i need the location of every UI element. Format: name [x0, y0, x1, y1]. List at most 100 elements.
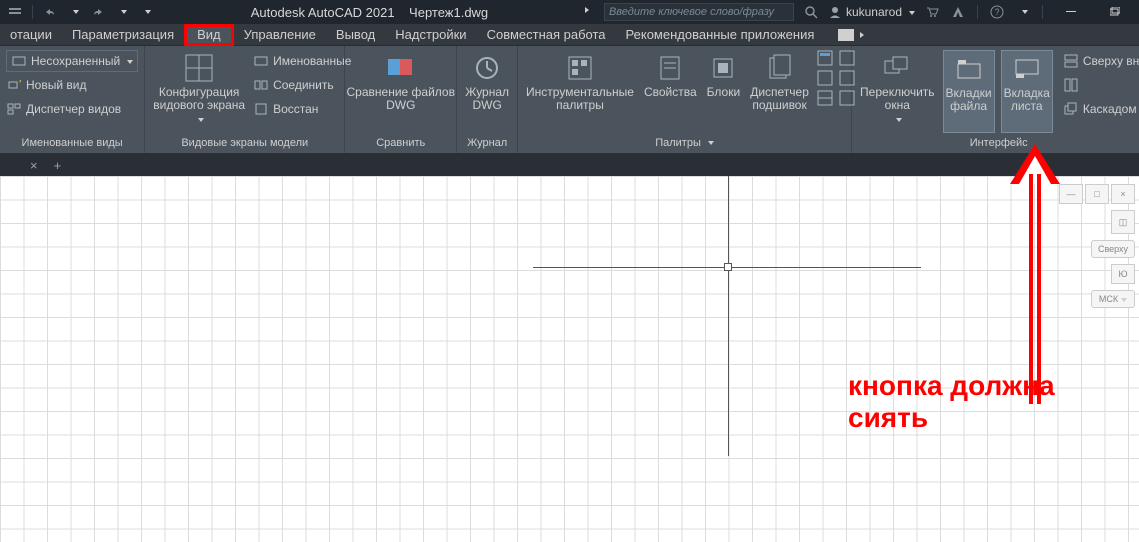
panel-viewports: Конфигурация видового экрана Именованные… [145, 46, 345, 153]
tab-manage[interactable]: Управление [234, 24, 326, 46]
palette-small-2[interactable] [817, 70, 833, 86]
user-account[interactable]: kukunarod [828, 5, 915, 19]
tab-addins[interactable]: Надстройки [385, 24, 476, 46]
panel-title: Палитры [518, 133, 851, 153]
express-tools-icon[interactable] [838, 29, 854, 41]
tab-parametrization[interactable]: Параметризация [62, 24, 184, 46]
panel-title: Журнал [457, 133, 517, 153]
user-icon [828, 5, 842, 19]
search-icon[interactable] [802, 3, 820, 21]
switch-windows-icon [881, 52, 913, 84]
dd-caret [893, 112, 902, 126]
properties-button[interactable]: Свойства [642, 50, 699, 133]
tile-v-icon [1063, 77, 1079, 93]
nav-min[interactable]: — [1059, 184, 1083, 204]
restore-button[interactable] [1097, 0, 1133, 24]
wcs-label[interactable]: МСК [1091, 290, 1135, 308]
view-combo[interactable]: Несохраненный [6, 50, 138, 72]
layout-tabs-button[interactable]: Вкладка листа [1001, 50, 1053, 133]
panel-interface: Переключить окна Вкладки файла Вкладка л… [852, 46, 1139, 153]
combo-caret [124, 54, 133, 68]
drawing-canvas[interactable] [0, 176, 1139, 542]
palette-small-1[interactable] [817, 50, 833, 66]
palette-small-3[interactable] [817, 90, 833, 106]
title-dd-icon[interactable] [578, 3, 596, 21]
cart-icon[interactable] [923, 3, 941, 21]
restore-viewports-button[interactable]: Восстан [253, 98, 351, 120]
viewport-config-button[interactable]: Конфигурация видового экрана [151, 50, 247, 133]
tab-annotations[interactable]: отации [0, 24, 62, 46]
nav-close[interactable]: × [1111, 184, 1135, 204]
dwg-compare-icon [385, 52, 417, 84]
undo-dropdown-icon[interactable] [65, 3, 83, 21]
dwg-history-icon [471, 52, 503, 84]
help-icon[interactable]: ? [988, 3, 1006, 21]
app-menu-icon[interactable] [6, 3, 24, 21]
file-tabs-icon [953, 53, 985, 85]
viewcube-south[interactable]: Ю [1111, 264, 1135, 284]
new-view-icon: ✶ [6, 77, 22, 93]
tile-horizontal-button[interactable]: Сверху вн [1063, 50, 1139, 72]
sheetset-icon [764, 52, 796, 84]
file-tabs-button[interactable]: Вкладки файла [943, 50, 995, 133]
tab-view[interactable]: Вид [184, 24, 234, 46]
redo-icon[interactable] [89, 3, 107, 21]
panel-named-views: Несохраненный ✶ Новый вид Диспетчер видо… [0, 46, 145, 153]
tile-h-icon [1063, 53, 1079, 69]
tool-palettes-icon [564, 52, 596, 84]
separator [1042, 5, 1043, 19]
panel-title: Интерфейс [852, 133, 1139, 153]
user-dd-icon [906, 5, 915, 19]
quick-access-toolbar [0, 3, 161, 21]
tool-palettes-button[interactable]: Инструментальные палитры [524, 50, 636, 133]
separator [32, 5, 33, 19]
panel-title: Именованные виды [0, 133, 144, 153]
layout-tabs-icon [1011, 53, 1043, 85]
join-viewports-button[interactable]: Соединить [253, 74, 351, 96]
blocks-button[interactable]: Блоки [705, 50, 743, 133]
qat-more-icon[interactable] [137, 3, 155, 21]
title-right: Введите ключевое слово/фразу kukunarod ? [578, 0, 1139, 24]
ribbon-tabs: отации Параметризация Вид Управление Выв… [0, 24, 1139, 46]
viewport-config-icon [183, 52, 215, 84]
add-tab-button[interactable]: + [54, 158, 62, 173]
cascade-button[interactable]: Каскадом [1063, 98, 1139, 120]
viewcube-top[interactable]: Сверху [1091, 240, 1135, 258]
undo-icon[interactable] [41, 3, 59, 21]
minimize-button[interactable] [1053, 0, 1089, 24]
tab-featured-apps[interactable]: Рекомендованные приложения [616, 24, 825, 46]
viewcube-icon[interactable]: ◫ [1111, 210, 1135, 234]
tile-vertical-button[interactable] [1063, 74, 1139, 96]
nav-max[interactable]: □ [1085, 184, 1109, 204]
panel-palettes: Инструментальные палитры Свойства Блоки … [518, 46, 852, 153]
new-view-button[interactable]: ✶ Новый вид [6, 74, 138, 96]
named-viewports-button[interactable]: Именованные [253, 50, 351, 72]
join-icon [253, 77, 269, 93]
properties-icon [654, 52, 686, 84]
panel-title: Сравнить [345, 133, 456, 153]
crosshair-pickbox [724, 263, 732, 271]
cascade-icon [1063, 101, 1079, 117]
close-tab-button[interactable]: × [30, 158, 38, 173]
dd-caret [195, 112, 204, 126]
search-input[interactable]: Введите ключевое слово/фразу [604, 3, 794, 21]
panel-history: Журнал DWG Журнал [457, 46, 518, 153]
document-tabs: × + [0, 154, 1139, 176]
tab-output[interactable]: Вывод [326, 24, 385, 46]
switch-windows-button[interactable]: Переключить окна [858, 50, 936, 133]
redo-dropdown-icon[interactable] [113, 3, 131, 21]
sheetset-button[interactable]: Диспетчер подшивок [748, 50, 811, 133]
title-bar: Autodesk AutoCAD 2021 Чертеж1.dwg Введит… [0, 0, 1139, 24]
autodesk-icon[interactable] [949, 3, 967, 21]
search-placeholder: Введите ключевое слово/фразу [609, 6, 774, 18]
panel-compare: Сравнение файлов DWG Сравнить [345, 46, 457, 153]
dwg-compare-button[interactable]: Сравнение файлов DWG [345, 50, 457, 133]
view-manager-button[interactable]: Диспетчер видов [6, 98, 138, 120]
dwg-history-button[interactable]: Журнал DWG [463, 50, 511, 133]
tab-collaborate[interactable]: Совместная работа [477, 24, 616, 46]
blocks-icon [707, 52, 739, 84]
restore-icon [253, 101, 269, 117]
view-icon [11, 53, 27, 69]
crosshair-vertical [728, 176, 729, 456]
help-dd-icon[interactable] [1014, 3, 1032, 21]
